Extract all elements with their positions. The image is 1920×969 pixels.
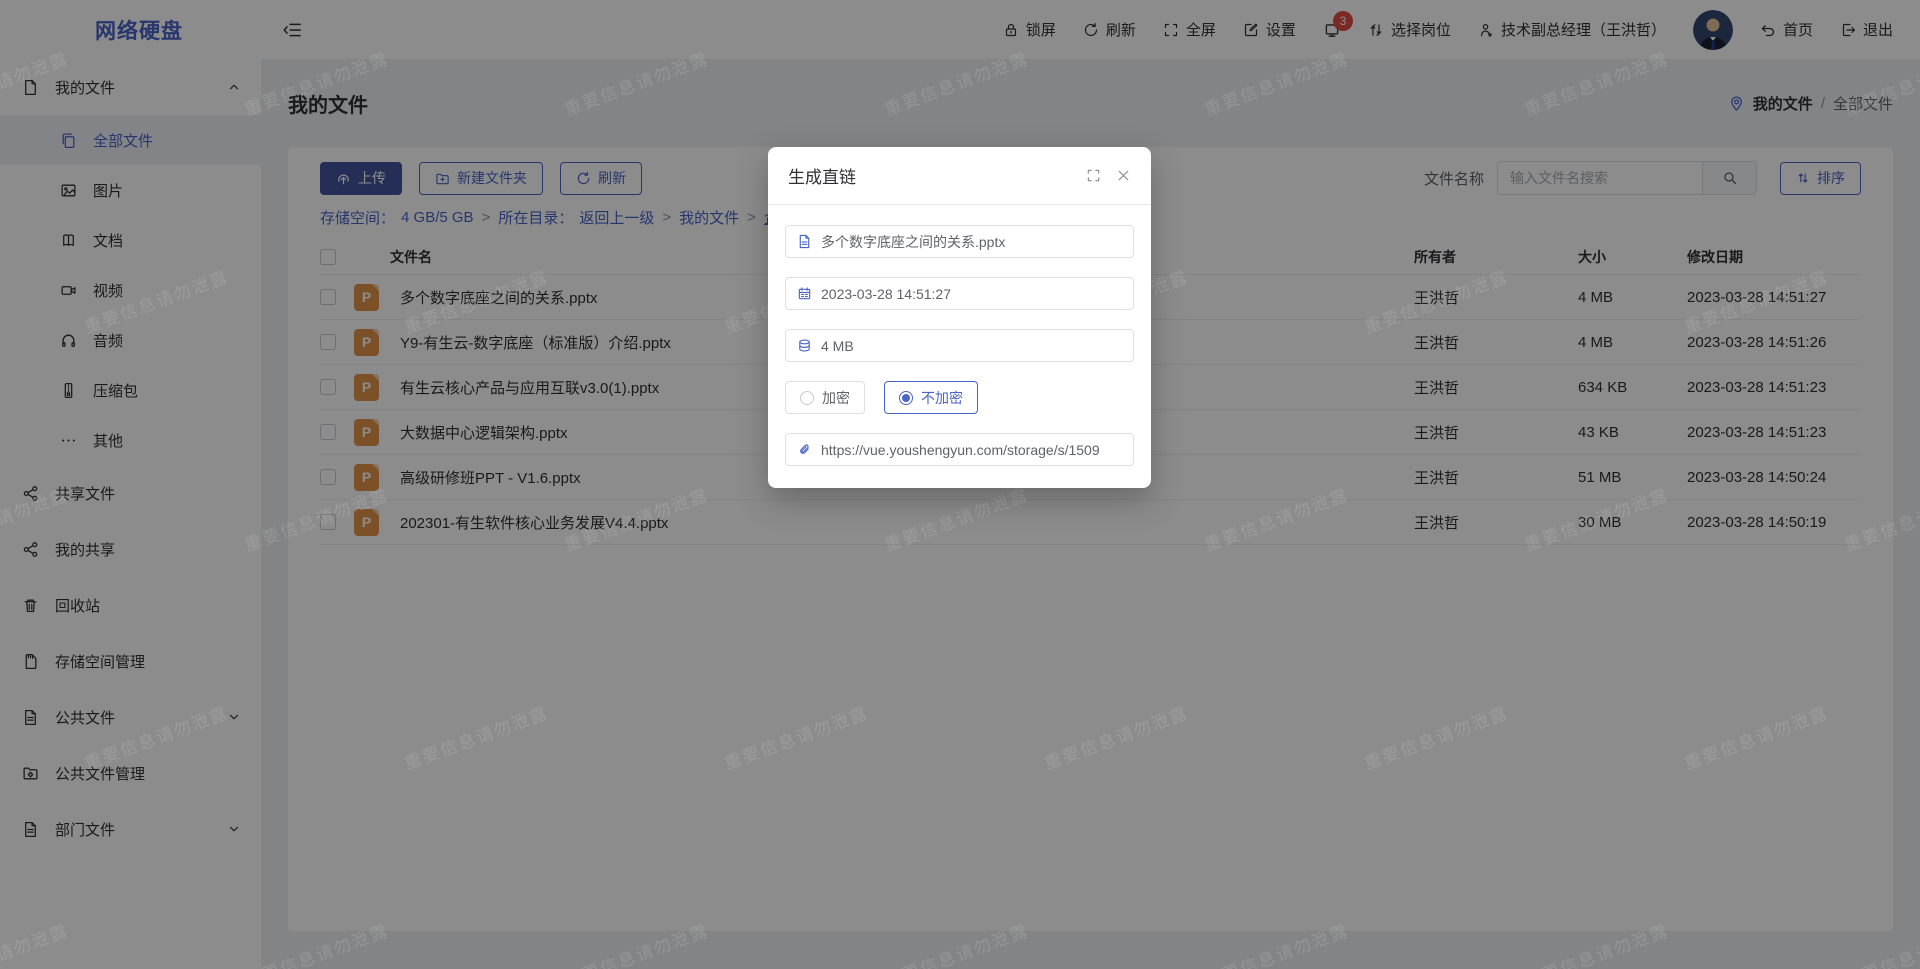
radio-selected-icon [899,391,913,405]
link-file-name-field: 多个数字底座之间的关系.pptx [785,225,1134,258]
network-disk-app: 网络硬盘 我的文件 全部文件 图片 文档 视频 音频 压缩包 [0,0,1920,969]
close-icon[interactable] [1116,168,1131,183]
paperclip-icon [797,442,812,457]
generate-link-dialog: 生成直链 多个数字底座之间的关系.pptx 2023-03-28 14:51:2… [768,147,1151,488]
dialog-title: 生成直链 [788,163,856,188]
database-icon [797,338,812,353]
link-size-field: 4 MB [785,329,1134,362]
radio-circle-icon [800,391,814,405]
radio-encrypt[interactable]: 加密 [785,381,865,414]
file-icon [797,234,812,249]
direct-link-url: https://vue.youshengyun.com/storage/s/15… [821,442,1100,458]
direct-link-field[interactable]: https://vue.youshengyun.com/storage/s/15… [785,433,1134,466]
radio-encrypt-label: 加密 [822,388,850,408]
link-file-name: 多个数字底座之间的关系.pptx [821,232,1005,252]
calendar-icon [797,286,812,301]
link-modified-value: 2023-03-28 14:51:27 [821,286,951,302]
link-modified-field: 2023-03-28 14:51:27 [785,277,1134,310]
maximize-dialog-icon[interactable] [1086,168,1101,183]
encryption-radio-group: 加密 不加密 [785,381,1134,414]
link-size-value: 4 MB [821,338,854,354]
radio-no-encrypt-label: 不加密 [921,388,963,408]
radio-no-encrypt[interactable]: 不加密 [884,381,978,414]
